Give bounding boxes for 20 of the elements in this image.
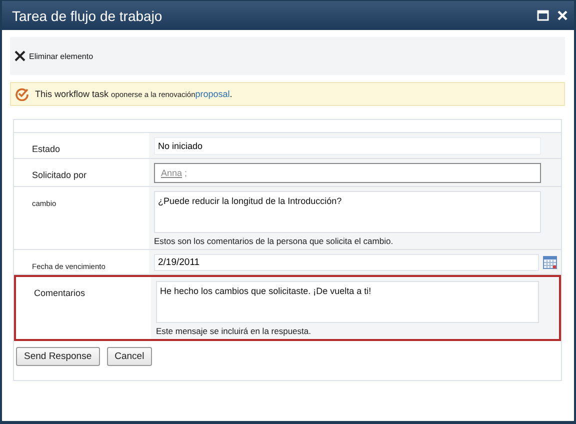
hint-text: Estos son los comentarios de la persona que solicita el cambio. [154,236,394,246]
send-response-button[interactable]: Send Response [16,347,100,366]
text-area[interactable]: He hecho los cambios que solicitaste. ¡De vuelta a ti! [156,281,539,323]
cancel-button[interactable]: Cancel [106,347,152,366]
hint-text: Este mensaje se incluirá en la respuesta. [156,326,312,336]
proposal-link[interactable]: proposal [195,89,230,99]
field-label: Solicitado por [32,170,87,180]
status-field: No iniciado [154,137,541,155]
date-field[interactable]: 2/19/2011 [154,254,539,271]
field-label: Comentarios [34,288,86,298]
delete-icon [14,50,26,62]
task-check-icon [15,87,29,101]
maximize-icon[interactable] [537,10,549,21]
people-picker-field[interactable]: Anna ; [154,163,541,183]
close-icon[interactable] [557,10,568,21]
window-title: Tarea de flujo de trabajo [12,8,164,24]
text-area[interactable]: ¿Puede reducir la longitud de la Introducción? [154,191,541,233]
field-label: Estado [32,144,60,154]
calendar-icon[interactable] [543,256,557,269]
delete-item-button[interactable]: Eliminar elemento [14,50,94,62]
